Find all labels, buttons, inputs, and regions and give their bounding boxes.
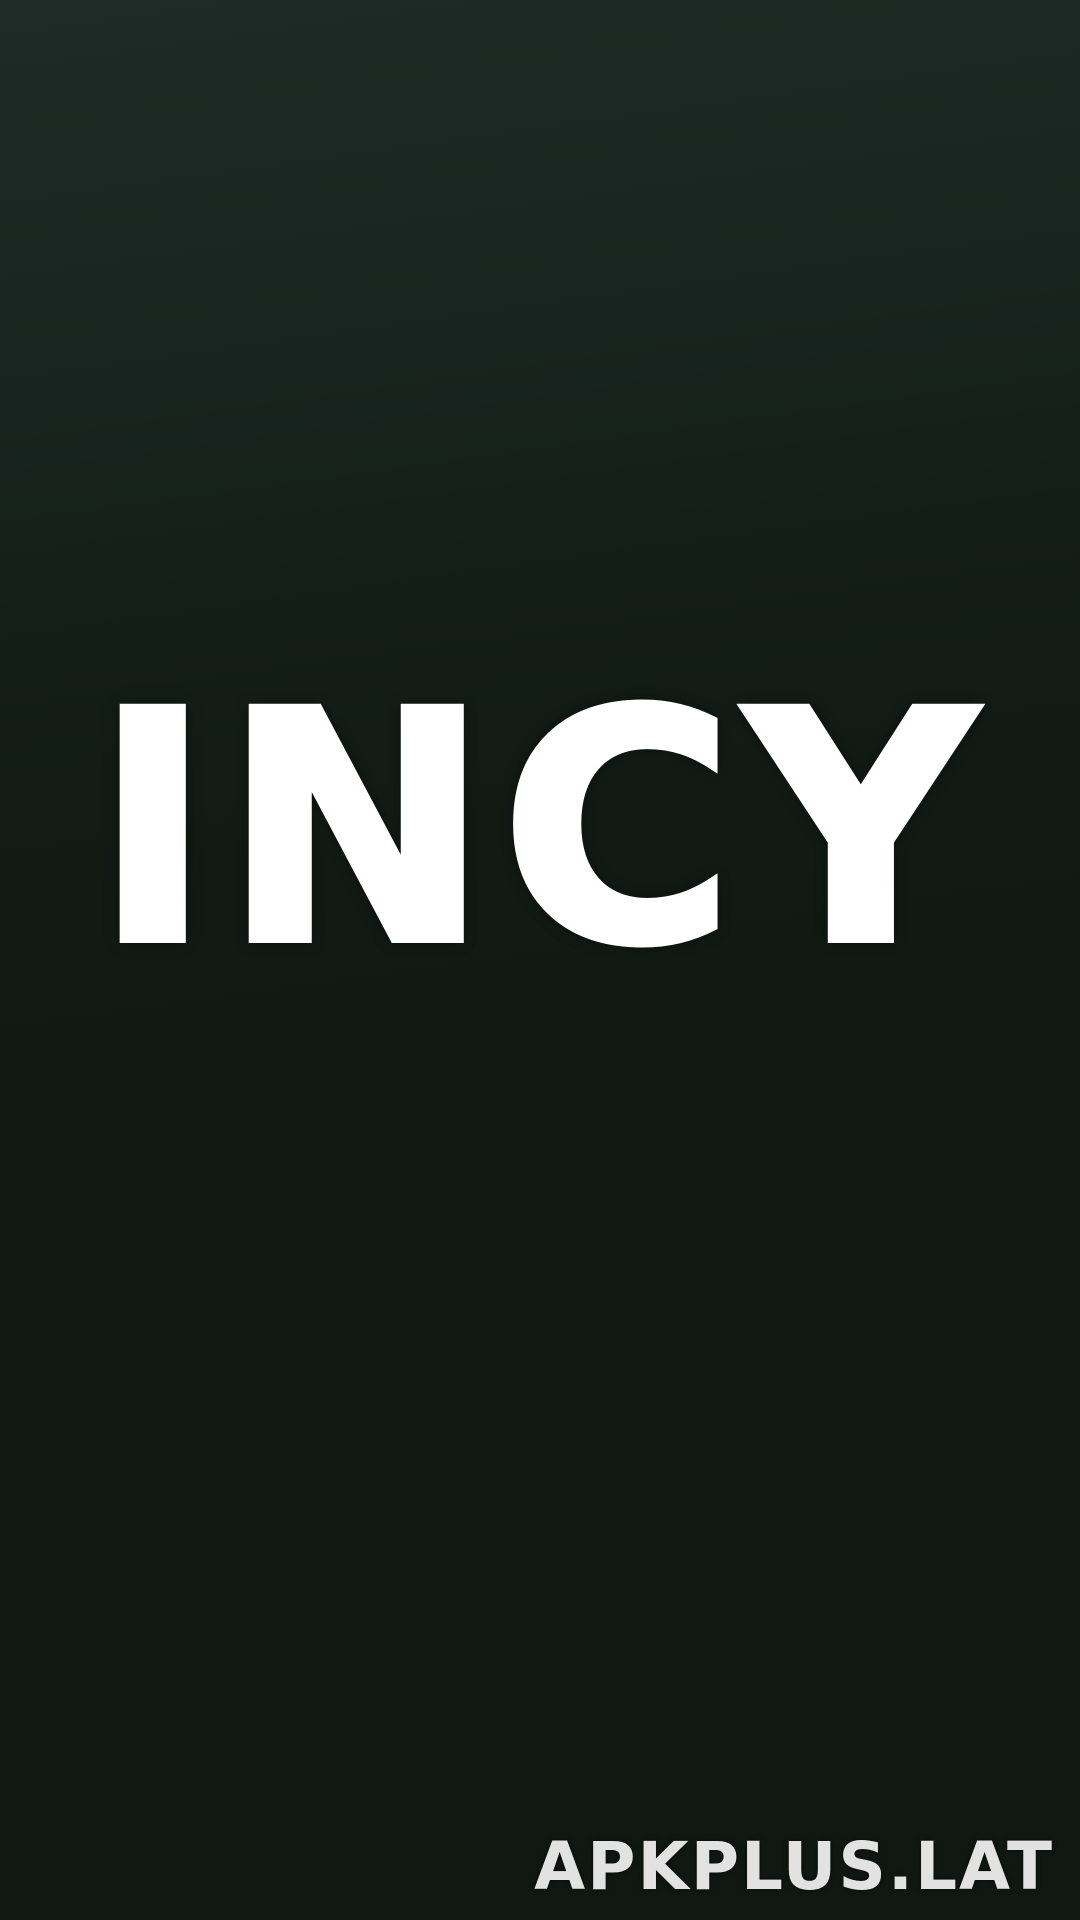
splash-screen: INCY APKPLUS.LAT — [0, 0, 1080, 1920]
app-logo-text: INCY — [90, 644, 987, 1016]
app-logo: INCY — [0, 650, 1080, 1010]
watermark-text: APKPLUS.LAT — [534, 1828, 1054, 1905]
